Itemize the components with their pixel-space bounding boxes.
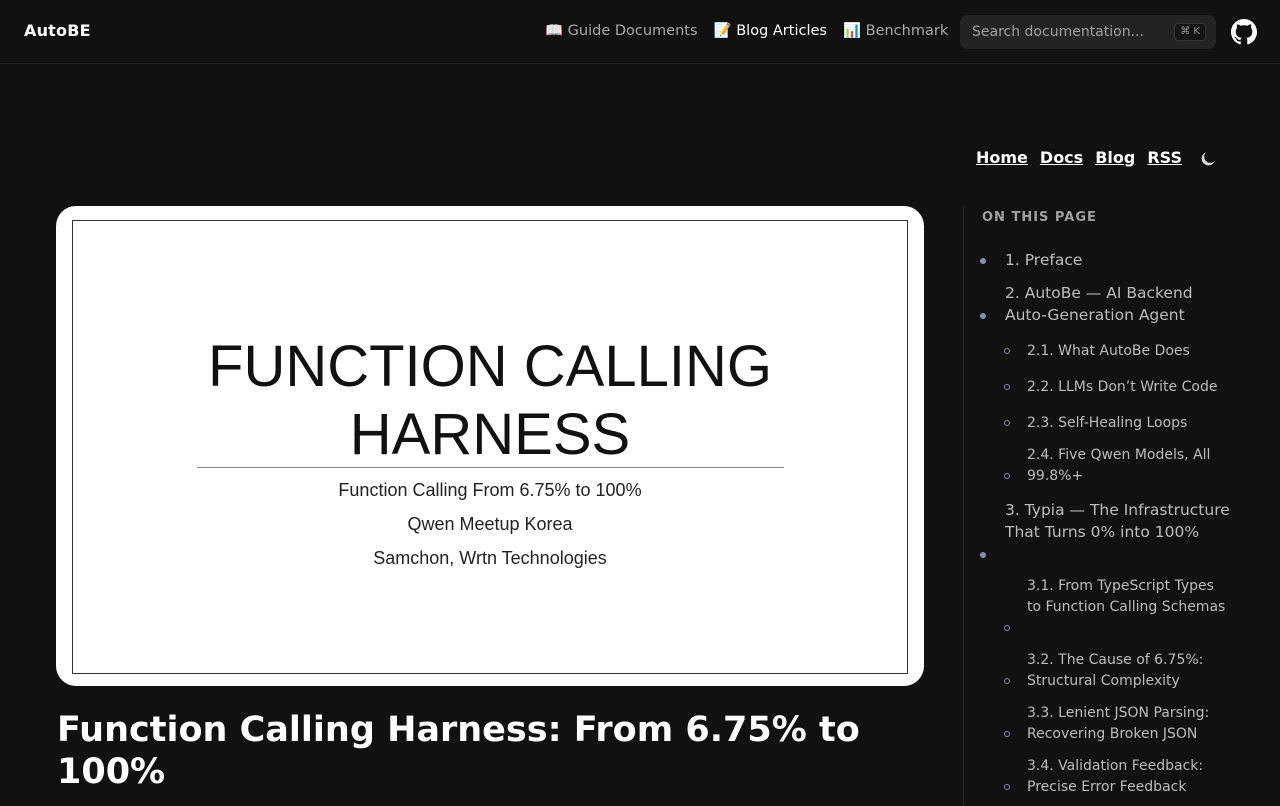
article-title-line-2: 100%	[57, 752, 166, 792]
article-title-line-1: Function Calling Harness: From 6.75% to	[57, 710, 860, 750]
blog-header-links: Home Docs Blog RSS	[976, 148, 1182, 167]
toc-item-typia[interactable]: 3. Typia — The Infrastructure That Turns…	[1005, 499, 1230, 543]
toc-bullet	[1004, 473, 1010, 479]
header-link-home[interactable]: Home	[976, 148, 1028, 167]
search-shortcut-badge: ⌘ K	[1174, 23, 1206, 41]
memo-icon: 📝	[713, 23, 732, 39]
toc-item-llms-dont-write-code[interactable]: 2.2. LLMs Don’t Write Code	[1027, 377, 1227, 398]
toc-item-autobe[interactable]: 2. AutoBe — AI Backend Auto-Generation A…	[1005, 282, 1230, 326]
top-navbar: AutoBE 📖 Guide Documents 📝 Blog Articles…	[0, 0, 1280, 64]
slide-title-line-1: FUNCTION CALLING	[208, 334, 772, 399]
article-title: Function Calling Harness: From 6.75% to …	[57, 709, 917, 793]
toc-item-lenient-json-parsing[interactable]: 3.3. Lenient JSON Parsing: Recovering Br…	[1027, 703, 1227, 745]
brand-logo[interactable]: AutoBE	[24, 21, 91, 40]
toc-bullet	[1004, 678, 1010, 684]
hero-image: FUNCTION CALLING HARNESS Function Callin…	[56, 206, 924, 686]
nav-link-label: Benchmark	[865, 23, 949, 39]
book-icon: 📖	[545, 23, 564, 39]
header-link-blog[interactable]: Blog	[1095, 148, 1135, 167]
nav-link-blog-articles[interactable]: 📝 Blog Articles	[714, 22, 827, 39]
nav-links: 📖 Guide Documents 📝 Blog Articles 📊 Benc…	[545, 22, 948, 39]
nav-link-guide-documents[interactable]: 📖 Guide Documents	[545, 22, 698, 39]
bar-chart-icon: 📊	[842, 23, 862, 39]
toc-bullet	[1004, 784, 1010, 790]
slide-subtitle-3: Samchon, Wrtn Technologies	[373, 548, 607, 568]
table-of-contents: ON THIS PAGE 1. Preface 2. AutoBe — AI B…	[963, 206, 1263, 806]
header-link-docs[interactable]: Docs	[1040, 148, 1083, 167]
toc-item-preface[interactable]: 1. Preface	[1005, 249, 1230, 271]
moon-icon[interactable]	[1200, 151, 1216, 167]
toc-bullet	[1004, 420, 1010, 426]
search-box[interactable]: ⌘ K	[960, 15, 1216, 49]
toc-item-self-healing-loops[interactable]: 2.3. Self-Healing Loops	[1027, 413, 1227, 434]
slide-subtitle-2: Qwen Meetup Korea	[407, 514, 573, 534]
toc-bullet	[1004, 625, 1010, 631]
toc-bullet	[1004, 384, 1010, 390]
toc-bullet	[980, 552, 986, 558]
toc-item-what-autobe-does[interactable]: 2.1. What AutoBe Does	[1027, 341, 1227, 362]
toc-bullet	[1004, 731, 1010, 737]
toc-item-cause-of-6-75[interactable]: 3.2. The Cause of 6.75%: Structural Comp…	[1027, 650, 1227, 692]
slide-divider	[197, 467, 784, 468]
slide-title: FUNCTION CALLING HARNESS	[73, 333, 907, 469]
github-icon[interactable]	[1231, 19, 1257, 45]
slide-title-line-2: HARNESS	[349, 402, 631, 467]
nav-link-benchmark[interactable]: 📊 Benchmark	[843, 22, 948, 39]
header-link-rss[interactable]: RSS	[1147, 148, 1182, 167]
toc-item-five-qwen-models[interactable]: 2.4. Five Qwen Models, All 99.8%+	[1027, 445, 1227, 487]
slide-subtitle-1: Function Calling From 6.75% to 100%	[338, 480, 642, 500]
slide-frame: FUNCTION CALLING HARNESS Function Callin…	[72, 220, 908, 674]
toc-item-typescript-types[interactable]: 3.1. From TypeScript Types to Function C…	[1027, 576, 1227, 618]
toc-bullet	[980, 313, 986, 319]
search-input[interactable]	[960, 15, 1170, 49]
toc-bullet	[980, 258, 986, 264]
toc-heading: ON THIS PAGE	[982, 210, 1097, 225]
nav-link-label: Guide Documents	[567, 23, 698, 39]
nav-link-label: Blog Articles	[736, 23, 827, 39]
toc-bullet	[1004, 348, 1010, 354]
toc-item-validation-feedback[interactable]: 3.4. Validation Feedback: Precise Error …	[1027, 756, 1227, 798]
